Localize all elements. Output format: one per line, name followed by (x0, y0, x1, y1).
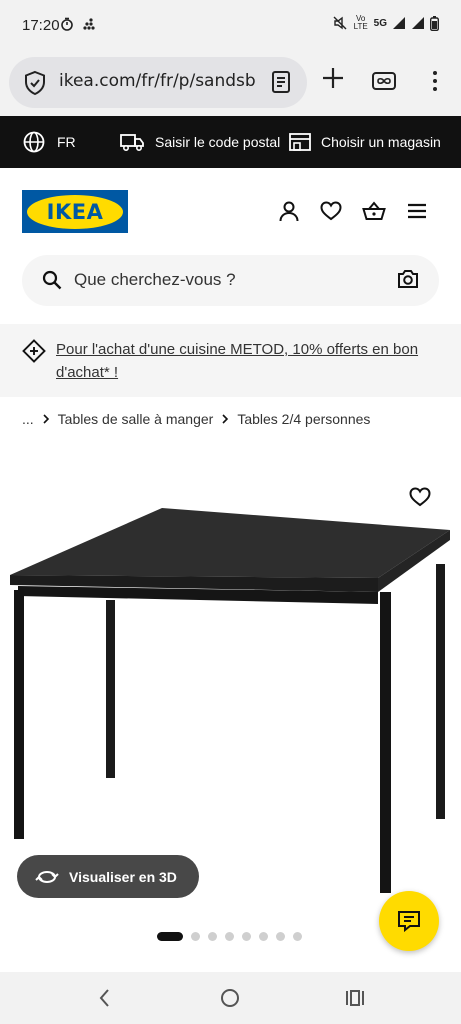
delivery-truck-icon (120, 134, 144, 152)
visualize-3d-label: Visualiser en 3D (69, 868, 177, 885)
account-icon[interactable] (278, 200, 300, 222)
add-to-favorites-heart-icon[interactable] (409, 487, 431, 507)
ikea-logo[interactable]: IKEA (22, 190, 128, 233)
gallery-dot[interactable] (276, 932, 285, 941)
battery-icon (430, 15, 439, 31)
back-chevron-icon[interactable] (98, 988, 110, 1008)
breadcrumb-item-tables-2-4[interactable]: Tables 2/4 personnes (237, 411, 370, 427)
address-bar[interactable]: ikea.com/fr/fr/p/sandsb (9, 57, 307, 108)
gallery-dot[interactable] (157, 932, 183, 941)
chevron-right-icon (43, 414, 49, 424)
more-menu-icon[interactable] (432, 70, 438, 92)
product-gallery[interactable] (0, 470, 461, 920)
store-selector[interactable]: Choisir un magasin (289, 116, 441, 168)
postal-code-label: Saisir le code postal (155, 134, 281, 150)
shield-icon[interactable] (23, 70, 47, 96)
status-time: 17:20 (22, 17, 60, 34)
basket-icon[interactable] (362, 201, 386, 221)
volte-label: Vo LTE (353, 14, 368, 31)
new-tab-plus-icon[interactable] (322, 67, 344, 89)
dots-app-icon (83, 18, 95, 30)
breadcrumb: ... Tables de salle à manger Tables 2/4 … (22, 411, 370, 427)
store-icon (289, 133, 311, 151)
signal-icon (393, 17, 405, 29)
chevron-right-icon (222, 414, 229, 424)
infinity-tabs-icon[interactable] (372, 72, 396, 90)
camera-search-icon[interactable] (397, 269, 419, 289)
logo-text: IKEA (46, 199, 104, 224)
gallery-dot[interactable] (191, 932, 200, 941)
product-image-table (10, 508, 450, 893)
url-text[interactable]: ikea.com/fr/fr/p/sandsb (59, 71, 259, 91)
recent-apps-icon[interactable] (345, 988, 365, 1008)
visualize-3d-button[interactable]: Visualiser en 3D (17, 855, 199, 898)
search-icon (42, 270, 62, 290)
mute-icon (333, 16, 347, 30)
browser-toolbar: ikea.com/fr/fr/p/sandsb (0, 50, 461, 116)
gallery-dot[interactable] (293, 932, 302, 941)
promo-link[interactable]: Pour l'achat d'une cuisine METOD, 10% of… (56, 338, 446, 384)
gallery-dot[interactable] (242, 932, 251, 941)
store-label: Choisir un magasin (321, 134, 441, 150)
language-label: FR (57, 134, 76, 150)
status-bar: 17:20 Vo LTE 5G (0, 0, 461, 50)
gallery-pagination (157, 932, 302, 941)
gallery-dot[interactable] (208, 932, 217, 941)
site-header: IKEA (0, 168, 461, 254)
promo-banner: Pour l'achat d'une cuisine METOD, 10% of… (0, 324, 461, 397)
gallery-dot[interactable] (259, 932, 268, 941)
gallery-dot[interactable] (225, 932, 234, 941)
chat-button[interactable] (379, 891, 439, 951)
breadcrumb-item-dining-tables[interactable]: Tables de salle à manger (58, 411, 214, 427)
status-right-icons: Vo LTE 5G (332, 15, 439, 31)
hamburger-menu-icon[interactable] (407, 203, 427, 219)
signal-2-icon (412, 17, 424, 29)
favorites-heart-icon[interactable] (320, 201, 342, 221)
postal-code-link[interactable]: Saisir le code postal (120, 116, 280, 168)
logo-oval: IKEA (27, 194, 123, 229)
globe-icon (23, 131, 45, 153)
tag-icon (22, 339, 46, 363)
network-label: 5G (373, 17, 387, 29)
language-selector[interactable]: FR (23, 116, 76, 168)
search-input[interactable]: Que cherchez-vous ? (74, 270, 236, 290)
chat-bubble-icon (398, 911, 420, 932)
breadcrumb-ellipsis[interactable]: ... (22, 411, 34, 427)
status-left-icons (60, 17, 96, 31)
reader-mode-icon[interactable] (271, 70, 291, 94)
ikea-top-strip: FR Saisir le code postal Choisir un maga… (0, 116, 461, 168)
android-nav-bar (0, 972, 461, 1024)
search-bar[interactable]: Que cherchez-vous ? (22, 255, 439, 306)
rotate-3d-icon (35, 870, 59, 883)
timer-icon (61, 17, 73, 31)
home-circle-icon[interactable] (220, 988, 240, 1008)
